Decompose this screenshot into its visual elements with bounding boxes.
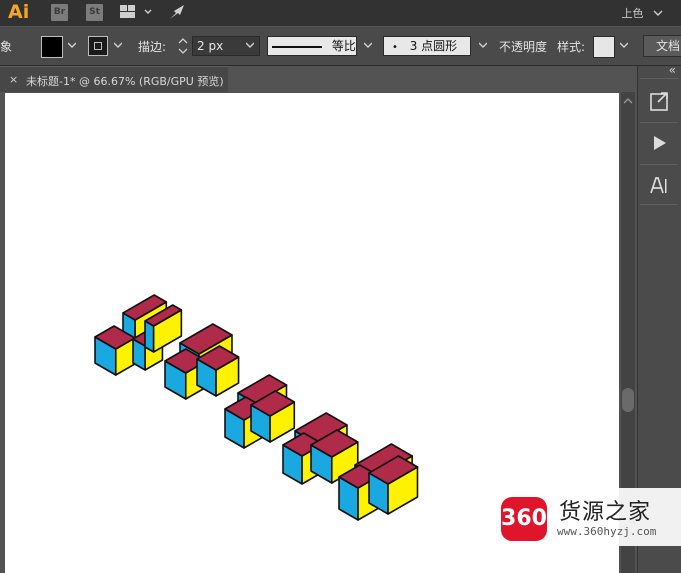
actions-play-icon[interactable] xyxy=(642,126,676,160)
truncated-label: 象 xyxy=(0,40,13,54)
fill-swatch[interactable] xyxy=(41,36,63,58)
control-bar: 象 描边: 2 px 等比 • 3 点圆形 不透明度 样式: 文档 xyxy=(0,27,681,66)
variable-width-profile[interactable]: 等比 xyxy=(267,36,357,56)
stock-button[interactable]: St xyxy=(86,4,103,21)
document-tab[interactable]: × 未标题-1* @ 66.67% (RGB/GPU 预览) xyxy=(0,66,228,93)
watermark-badge: 360 xyxy=(501,497,547,541)
brush-dot-icon: • xyxy=(392,42,398,53)
document-button-label: 文档 xyxy=(656,39,681,53)
brush-definition[interactable]: • 3 点圆形 xyxy=(383,36,471,56)
close-tab-icon[interactable]: × xyxy=(9,73,18,86)
watermark-url: www.360hyzj.com xyxy=(557,525,657,538)
stroke-label: 描边: xyxy=(138,40,167,54)
character-type-icon[interactable] xyxy=(642,168,676,202)
document-setup-button[interactable]: 文档 xyxy=(643,35,681,57)
illustrator-logo: Ai xyxy=(8,1,30,23)
graphic-style-swatch[interactable] xyxy=(593,36,615,58)
gpu-performance-rocket-icon[interactable] xyxy=(168,3,188,25)
style-dropdown-icon[interactable] xyxy=(620,41,628,49)
workspace-switcher[interactable]: 上色 xyxy=(622,5,664,21)
stroke-swatch[interactable] xyxy=(88,36,108,56)
document-tab-title: 未标题-1* @ 66.67% (RGB/GPU 预览) xyxy=(26,75,224,88)
application-bar: Ai Br St 上色 xyxy=(0,0,681,26)
workspace-label: 上色 xyxy=(621,7,644,20)
scroll-up-icon[interactable] xyxy=(623,97,633,105)
stroke-dropdown-icon[interactable] xyxy=(114,41,122,49)
fill-dropdown-icon[interactable] xyxy=(68,41,76,49)
scrollbar-thumb[interactable] xyxy=(622,388,634,412)
stroke-weight-stepper-icon[interactable] xyxy=(178,37,188,55)
brush-dropdown-icon[interactable] xyxy=(479,41,487,49)
stroke-weight-dropdown-icon[interactable] xyxy=(246,41,254,49)
arrange-documents-icon[interactable] xyxy=(119,4,153,24)
watermark-site-name: 货源之家 xyxy=(559,500,652,525)
opacity-link[interactable]: 不透明度 xyxy=(499,38,547,55)
profile-dropdown-icon[interactable] xyxy=(364,41,372,49)
export-for-screens-icon[interactable] xyxy=(642,84,676,118)
bridge-button[interactable]: Br xyxy=(51,4,68,21)
brush-label: 3 点圆形 xyxy=(409,39,458,53)
expand-panels-icon[interactable]: « xyxy=(669,63,676,77)
site-watermark: 360 货源之家 www.360hyzj.com xyxy=(495,488,681,546)
profile-label: 等比 xyxy=(331,39,356,53)
style-label: 样式: xyxy=(557,40,586,54)
